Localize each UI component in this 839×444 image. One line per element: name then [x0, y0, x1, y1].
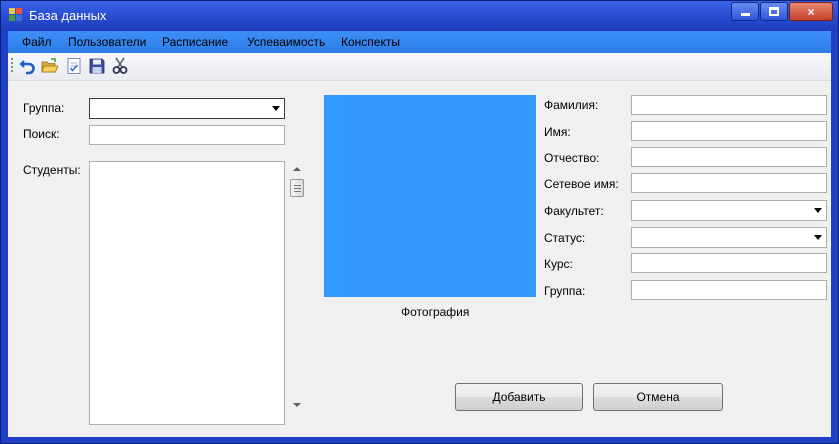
chevron-down-icon[interactable] — [272, 106, 280, 111]
patronymic-input[interactable] — [631, 147, 827, 167]
close-button[interactable]: × — [789, 2, 833, 21]
app-window: База данных × Файл Пользователи Расписан… — [0, 0, 839, 444]
student-photo — [324, 95, 536, 297]
faculty-combobox[interactable] — [631, 200, 827, 221]
scroll-thumb[interactable] — [290, 179, 304, 197]
group-combobox[interactable] — [89, 98, 285, 119]
search-label: Поиск: — [23, 127, 60, 141]
students-label: Студенты: — [23, 163, 81, 177]
chevron-down-icon[interactable] — [814, 235, 822, 240]
photo-caption: Фотография — [401, 305, 470, 319]
group-label: Группа: — [23, 101, 65, 115]
cancel-button[interactable]: Отмена — [593, 383, 723, 411]
cut-icon[interactable] — [111, 57, 129, 75]
students-scrollbar[interactable] — [289, 161, 305, 413]
menu-item-schedule[interactable]: Расписание — [162, 35, 228, 49]
status-label: Статус: — [544, 231, 586, 245]
network-name-label: Сетевое имя: — [544, 177, 619, 191]
scroll-up-icon[interactable] — [293, 167, 301, 171]
status-combobox[interactable] — [631, 227, 827, 248]
app-database-icon — [9, 8, 23, 22]
maximize-icon — [769, 7, 779, 16]
menu-item-users[interactable]: Пользователи — [68, 35, 146, 49]
maximize-button[interactable] — [760, 2, 788, 21]
add-button[interactable]: Добавить — [455, 383, 583, 411]
undo-icon[interactable] — [19, 57, 37, 75]
network-name-input[interactable] — [631, 173, 827, 193]
window-title: База данных — [29, 8, 107, 23]
menu-item-file[interactable]: Файл — [22, 35, 52, 49]
firstname-input[interactable] — [631, 121, 827, 141]
minimize-button[interactable] — [731, 2, 759, 21]
toolbar-grip[interactable] — [11, 58, 13, 74]
menu-item-grades[interactable]: Успеваимость — [247, 35, 325, 49]
caption-buttons: × — [731, 2, 833, 22]
title-bar[interactable]: База данных × — [1, 1, 838, 31]
minimize-icon — [740, 13, 750, 16]
firstname-label: Имя: — [544, 125, 571, 139]
save-icon[interactable] — [88, 57, 106, 75]
course-input[interactable] — [631, 253, 827, 273]
open-folder-icon[interactable] — [41, 57, 59, 75]
group-field-label: Группа: — [544, 284, 586, 298]
lastname-label: Фамилия: — [544, 98, 599, 112]
students-listbox[interactable] — [89, 161, 285, 425]
menu-bar: Файл Пользователи Расписание Успеваимост… — [8, 31, 831, 53]
course-label: Курс: — [544, 257, 573, 271]
lastname-input[interactable] — [631, 95, 827, 115]
menu-item-notes[interactable]: Конспекты — [341, 35, 400, 49]
scroll-down-icon[interactable] — [293, 403, 301, 407]
toolbar — [8, 53, 831, 81]
checklist-icon[interactable] — [65, 57, 83, 75]
search-input[interactable] — [89, 125, 285, 145]
faculty-label: Факультет: — [544, 204, 604, 218]
client-area: Группа: Поиск: Студенты: Фотография Фами… — [8, 81, 831, 437]
close-icon: × — [807, 4, 815, 19]
group-field-input[interactable] — [631, 280, 827, 300]
chevron-down-icon[interactable] — [814, 208, 822, 213]
patronymic-label: Отчество: — [544, 151, 600, 165]
